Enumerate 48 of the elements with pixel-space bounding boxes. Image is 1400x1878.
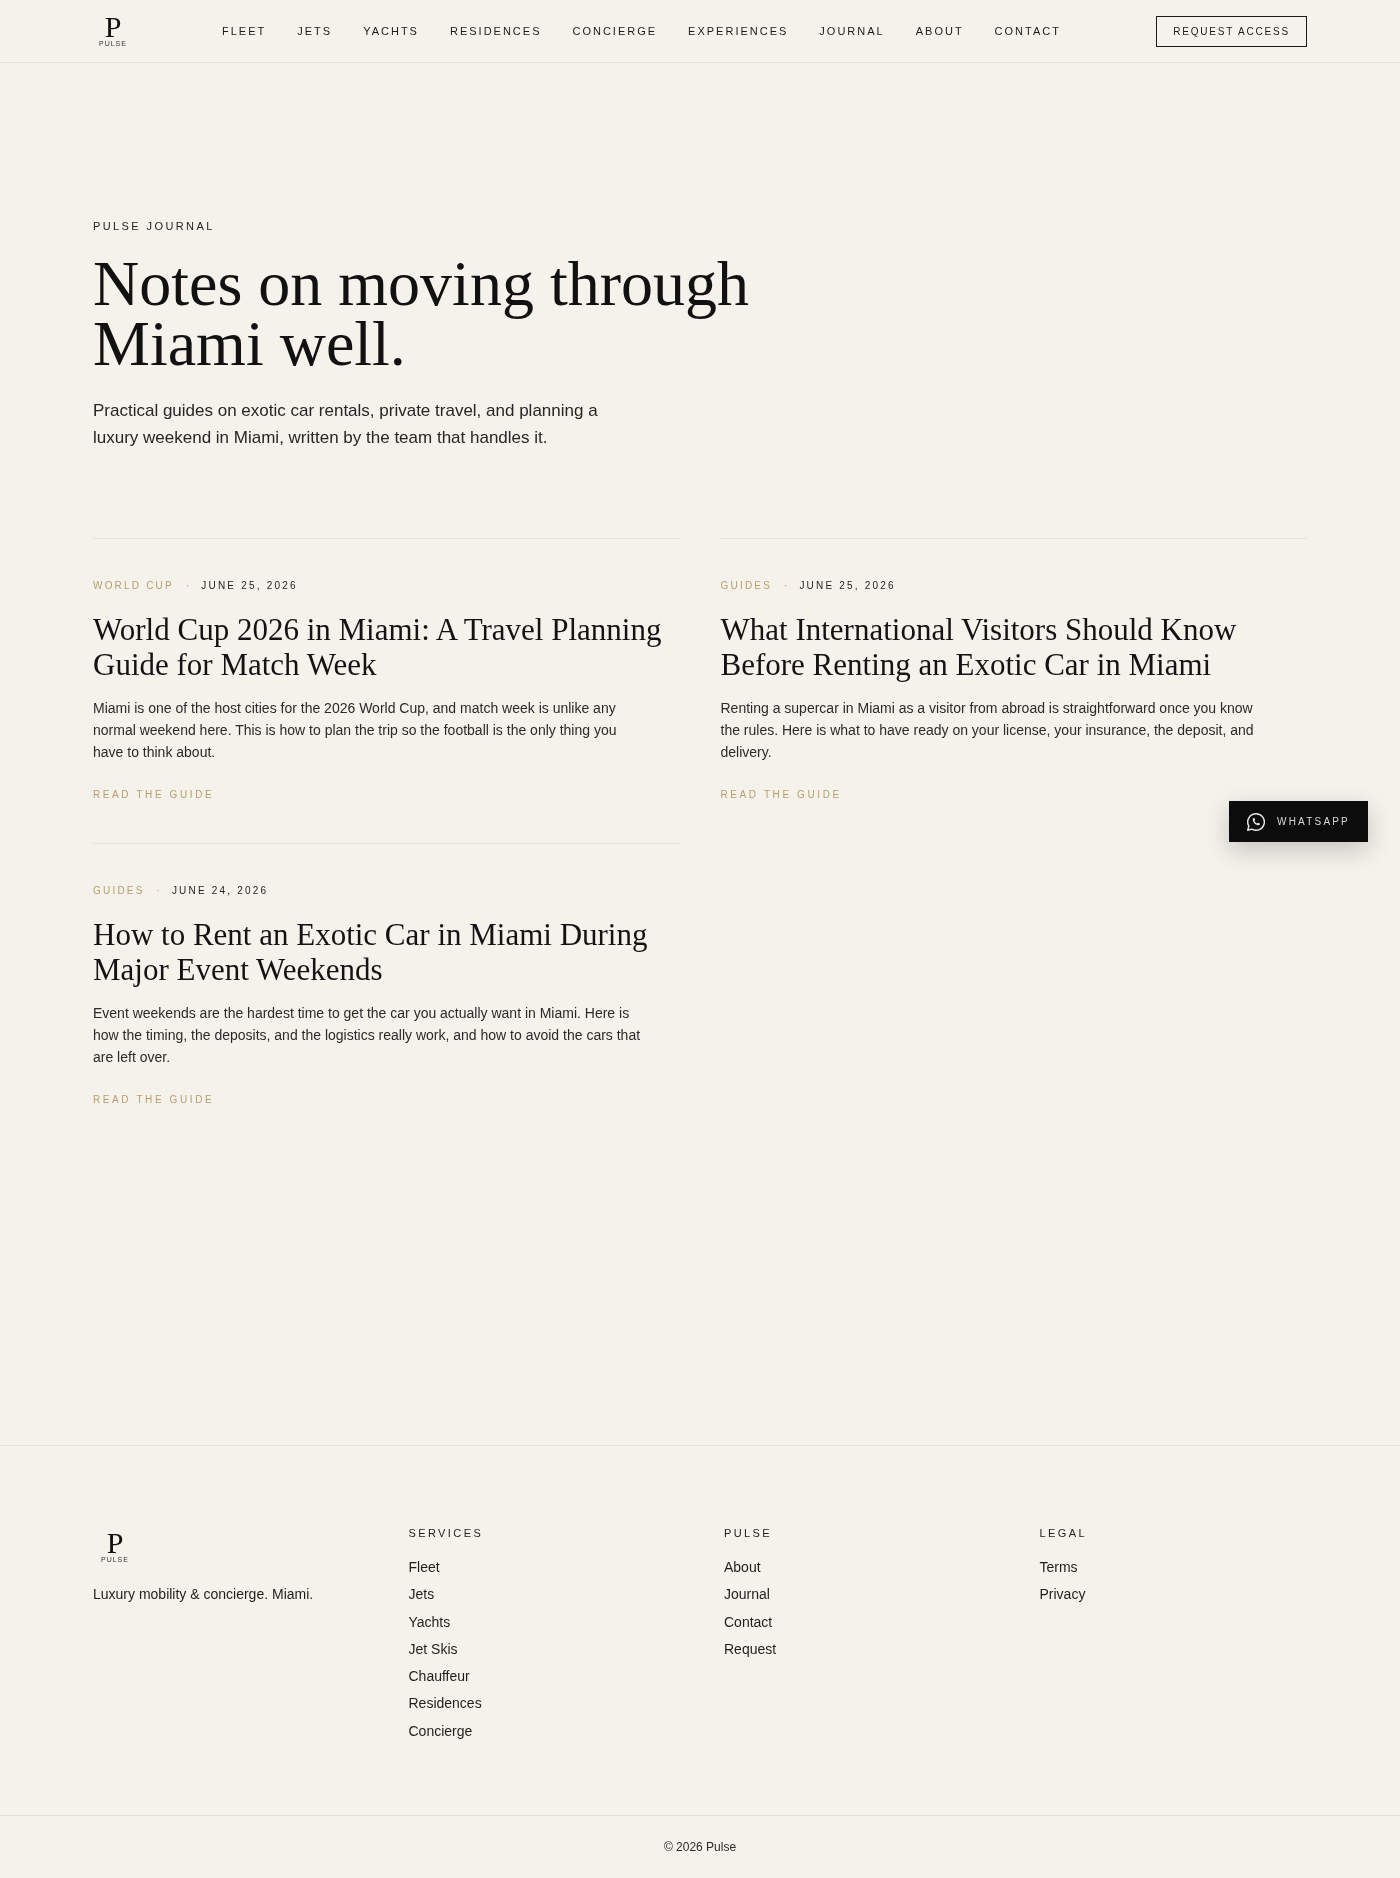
nav-link[interactable]: JOURNAL (819, 23, 885, 39)
footer-link[interactable]: Request (724, 1635, 777, 1664)
article-excerpt: Event weekends are the hardest time to get the car you actually want in Miami. Here is how the timing, the deposits, and the logistics really work, and how to avoid the cars that are left over. (93, 1004, 641, 1067)
category-label: GUIDES (720, 579, 773, 593)
footer-link[interactable]: Journal (724, 1581, 770, 1609)
date-label: JUNE 24, 2026 (171, 884, 269, 898)
footer-link[interactable]: Contact (724, 1608, 773, 1636)
footer-column-heading: SERVICES (408, 1526, 484, 1541)
footer-link[interactable]: Terms (1039, 1554, 1078, 1582)
category-label: WORLD CUP (93, 579, 174, 593)
nav-link[interactable]: CONTACT (994, 23, 1061, 39)
whatsapp-button[interactable]: WHATSAPP (1229, 801, 1368, 842)
footer-link[interactable]: Concierge (408, 1717, 473, 1746)
page-heading: Notes on moving through Miami well. (93, 254, 750, 374)
article-excerpt: Miami is one of the host cities for the 2026 World Cup, and match week is unlike any normal weekend here. This is how to plan the trip so the football is the only thing you have to think about. (93, 699, 618, 762)
article-title-link[interactable]: What International Visitors Should Know Before Renting an Exotic Car in Miami (720, 612, 1307, 682)
nav-link[interactable]: FLEET (222, 23, 267, 39)
article-title-link[interactable]: World Cup 2026 in Miami: A Travel Planning Guide for Match Week (93, 612, 680, 682)
footer-link[interactable]: Chauffeur (408, 1663, 470, 1691)
nav-link[interactable]: ABOUT (915, 23, 964, 39)
separator-dot: · (784, 579, 788, 593)
article-title-link[interactable]: How to Rent an Exotic Car in Miami During Major Event Weekends (93, 917, 680, 987)
separator-dot: · (156, 884, 160, 898)
category-label: GUIDES (93, 884, 145, 898)
footer-link[interactable]: Jets (408, 1581, 435, 1609)
phone-bubble-icon (1247, 812, 1265, 831)
footer-tagline: Luxury mobility & concierge. Miami. (93, 1585, 314, 1604)
nav-link[interactable]: RESIDENCES (449, 23, 542, 39)
footer-link[interactable]: Yachts (408, 1608, 451, 1636)
date-label: JUNE 25, 2026 (799, 579, 896, 593)
footer-link[interactable]: Fleet (408, 1554, 440, 1582)
footer-link[interactable]: Jet Skis (408, 1635, 458, 1664)
separator-dot: · (185, 579, 190, 593)
intro-paragraph: Practical guides on exotic car rentals, private travel, and planning a luxury weekend in Miami, written by the team that handles it. (93, 400, 599, 449)
copyright-text: © 2026 Pulse (663, 1840, 737, 1855)
nav-link[interactable]: JETS (297, 23, 333, 39)
footer-link[interactable]: Privacy (1039, 1581, 1086, 1609)
nav-link[interactable]: YACHTS (363, 23, 419, 39)
nav-link[interactable]: CONCIERGE (572, 23, 658, 39)
footer-link[interactable]: About (724, 1554, 761, 1582)
footer-column-heading: PULSE (724, 1526, 773, 1541)
footer-link[interactable]: Residences (408, 1690, 482, 1718)
eyebrow-label: PULSE JOURNAL (93, 219, 216, 234)
request-access-button[interactable]: REQUEST ACCESS (1156, 15, 1307, 47)
nav-link[interactable]: EXPERIENCES (688, 23, 789, 39)
date-label: JUNE 25, 2026 (201, 579, 298, 593)
article-excerpt: Renting a supercar in Miami as a visitor from abroad is straightforward once you know the rules. Here is what to have ready on your license, your insurance, the deposit, and delivery. (720, 699, 1255, 762)
footer-column-heading: LEGAL (1039, 1526, 1087, 1541)
